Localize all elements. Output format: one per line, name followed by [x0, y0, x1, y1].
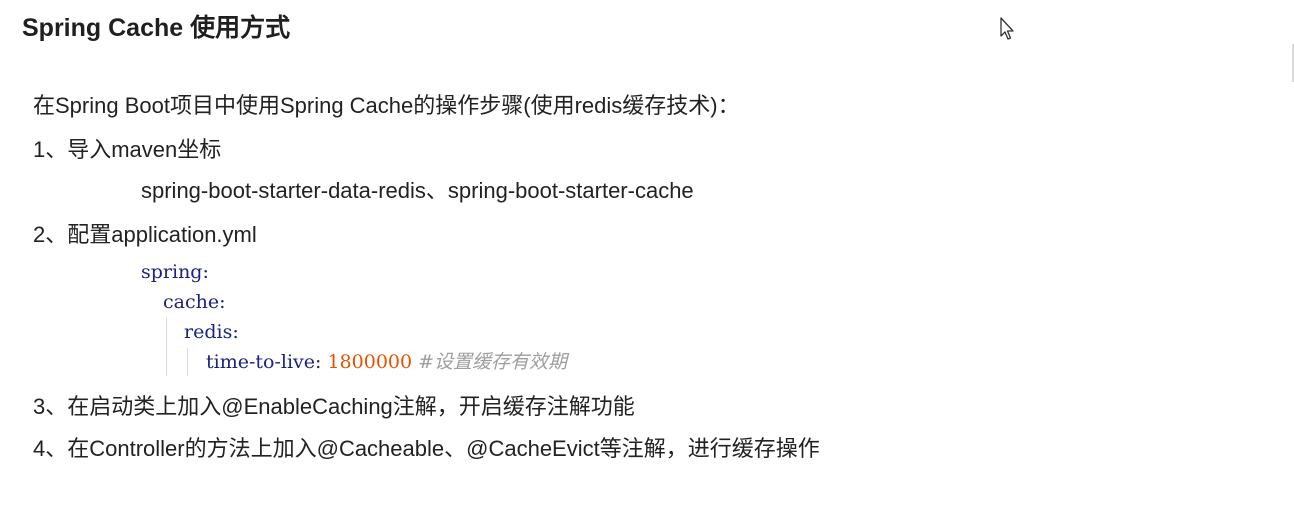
yaml-redis-key: redis:: [184, 321, 239, 343]
maven-dependencies-text: spring-boot-starter-data-redis、spring-bo…: [141, 178, 694, 203]
yaml-spring-key: spring:: [141, 261, 209, 283]
yaml-ttl-key: time-to-live:: [206, 351, 328, 373]
intro-text: 在Spring Boot项目中使用Spring Cache的操作步骤(使用red…: [33, 93, 740, 118]
indent-guide: [187, 348, 188, 376]
step-4-text: 4、在Controller的方法上加入@Cacheable、@CacheEvic…: [33, 436, 820, 461]
mouse-pointer-icon: [1000, 17, 1016, 41]
yaml-cache-key: cache:: [163, 291, 226, 313]
yaml-ttl-comment: #设置缓存有效期: [412, 351, 568, 373]
step-2-text: 2、配置application.yml: [33, 222, 257, 247]
yaml-ttl-value: 1800000: [327, 351, 413, 373]
slide-title: Spring Cache 使用方式: [22, 14, 291, 42]
indent-guide: [166, 318, 167, 376]
yaml-ttl-line: time-to-live: 1800000 #设置缓存有效期: [206, 348, 567, 376]
step-1-text: 1、导入maven坐标: [33, 137, 222, 162]
step-3-text: 3、在启动类上加入@EnableCaching注解，开启缓存注解功能: [33, 394, 635, 419]
